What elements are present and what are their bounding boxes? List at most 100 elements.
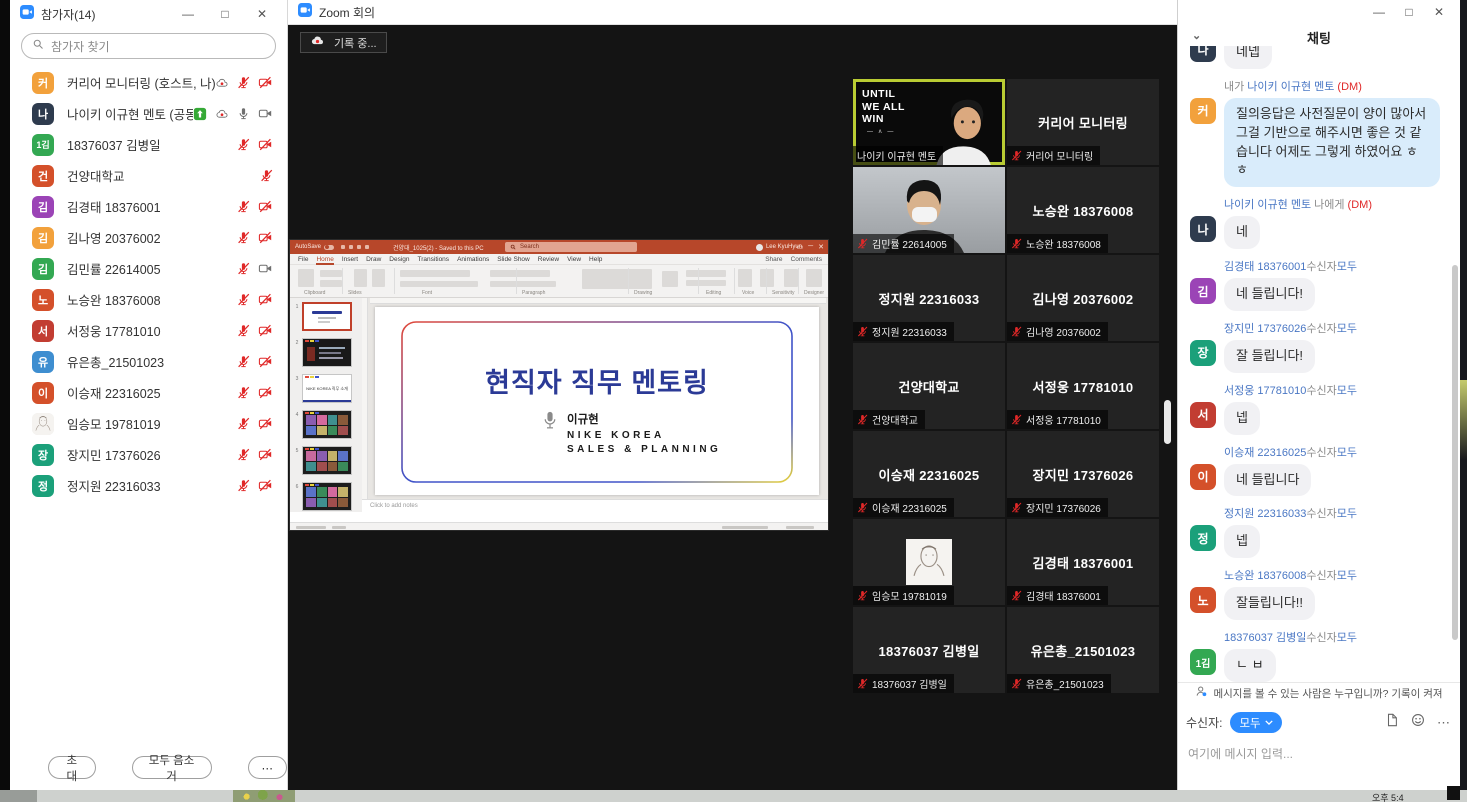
video-tile[interactable]: 커리어 모니터링커리어 모니터링 [1007,79,1159,165]
video-tile[interactable]: 김민률 22614005 [853,167,1005,253]
video-tile[interactable]: 18376037 김병일18376037 김병일 [853,607,1005,693]
ppt-quick-access-icons[interactable] [341,245,369,249]
video-tile[interactable]: 건양대학교건양대학교 [853,343,1005,429]
tile-name-tag: 이승재 22316025 [853,498,954,517]
ppt-ribbon-control[interactable] [784,269,798,287]
ppt-tab-insert[interactable]: Insert [342,256,358,263]
participant-row[interactable]: 서서정웅 17781010 [10,315,287,346]
participant-row[interactable]: 커커리어 모니터링 (호스트, 나) [10,67,287,98]
gallery-scrollbar[interactable] [1164,400,1171,444]
minimize-button[interactable]: — [1364,5,1394,19]
ppt-ribbon-control[interactable] [686,270,726,277]
participant-row[interactable]: 임승모 19781019 [10,408,287,439]
slide-thumbnail-5[interactable] [302,446,352,475]
participant-row[interactable]: 노노승완 18376008 [10,284,287,315]
ppt-tab-draw[interactable]: Draw [366,256,381,263]
shared-screen-powerpoint[interactable]: AutoSave 건양대_1025(2) - Saved to this PC … [290,240,828,530]
participant-row[interactable]: 장장지민 17376026 [10,439,287,470]
participant-row[interactable]: 김김나영 20376002 [10,222,287,253]
participant-name: 노승완 18376008 [67,290,237,309]
ppt-comments-button[interactable]: Comments [791,256,822,263]
chevron-down-icon[interactable]: ⌄ [1192,29,1201,42]
ppt-ribbon-control[interactable] [320,270,342,277]
ppt-ribbon-control[interactable] [760,269,774,287]
slide-thumbnail-2[interactable] [302,338,352,367]
mic-muted-icon [237,448,250,461]
ppt-current-slide[interactable]: 현직자 직무 멘토링 이규현 NIKE KOREA SALES & PLANNI… [375,307,819,495]
video-tile[interactable]: 김경태 18376001김경태 18376001 [1007,519,1159,605]
ppt-ribbon-control[interactable] [490,270,550,277]
ppt-tab-animations[interactable]: Animations [457,256,489,263]
ppt-tab-slide-show[interactable]: Slide Show [497,256,530,263]
ppt-ribbon-control[interactable] [400,281,478,287]
taskbar-start-area[interactable] [0,790,37,802]
ppt-ribbon-control[interactable] [686,280,726,286]
video-tile[interactable]: 김나영 20376002김나영 20376002 [1007,255,1159,341]
chat-scrollbar[interactable] [1452,265,1458,640]
chat-privacy-notice[interactable]: 메시지를 볼 수 있는 사람은 누구입니까? 기록이 켜져 [1178,682,1460,703]
ppt-notes-placeholder[interactable]: Click to add notes [362,499,828,512]
recording-indicator[interactable]: 기록 중... [300,32,387,53]
participants-footer: 초대 모두 음소거 ⋯ [10,756,287,779]
video-tile[interactable]: 노승완 18376008노승완 18376008 [1007,167,1159,253]
ppt-tab-design[interactable]: Design [389,256,409,263]
mute-all-button[interactable]: 모두 음소거 [132,756,212,779]
close-button[interactable]: ✕ [247,7,277,21]
ppt-ribbon-control[interactable] [298,269,314,287]
ppt-search-box[interactable]: Search [505,242,637,252]
participant-row[interactable]: 1김18376037 김병일 [10,129,287,160]
recipient-selector[interactable]: 모두 [1230,712,1281,733]
video-tile[interactable]: 유은총_21501023유은총_21501023 [1007,607,1159,693]
ppt-ribbon-control[interactable] [354,269,367,287]
slide-thumbnail-1[interactable] [302,302,352,331]
ppt-ribbon-control[interactable] [738,269,752,287]
participant-row[interactable]: 나나이키 이규현 멘토 (공동 호스트) [10,98,287,129]
ppt-ribbon-control[interactable] [490,281,556,287]
video-tile[interactable]: 서정웅 17781010서정웅 17781010 [1007,343,1159,429]
participant-row[interactable]: 김김민률 22614005 [10,253,287,284]
ppt-tab-review[interactable]: Review [538,256,559,263]
more-options-button[interactable]: ⋯ [248,756,288,779]
maximize-button[interactable]: □ [1394,5,1424,19]
invite-button[interactable]: 초대 [48,756,96,779]
ppt-tab-file[interactable]: File [298,256,308,263]
maximize-button[interactable]: □ [210,7,240,21]
ppt-share-button[interactable]: Share [765,256,782,263]
taskbar[interactable]: 오후 5:4 [0,790,1467,802]
ppt-share-comments[interactable]: Share Comments [765,256,822,263]
emoji-icon[interactable] [1411,713,1425,732]
close-button[interactable]: ✕ [1424,5,1454,19]
minimize-button[interactable]: — [173,7,203,21]
video-tile[interactable]: 정지원 22316033정지원 22316033 [853,255,1005,341]
participant-row[interactable]: 정정지원 22316033 [10,470,287,501]
slide-thumbnail-4[interactable] [302,410,352,439]
ppt-tab-view[interactable]: View [567,256,581,263]
participant-search-input[interactable]: 참가자 찾기 [21,33,276,59]
more-options-icon[interactable]: ⋯ [1437,715,1450,731]
video-tile[interactable]: UNTILWE ALLWIN— ʌ —나이키 이규현 멘토 [853,79,1005,165]
participant-row[interactable]: 김김경태 18376001 [10,191,287,222]
participant-row[interactable]: 건건양대학교 [10,160,287,191]
ppt-tab-home[interactable]: Home [316,256,333,263]
ppt-ribbon-control[interactable] [582,269,652,289]
slide-thumbnail-3[interactable]: NIKE KOREA 직무 소개 [302,374,352,403]
participant-row[interactable]: 이이승재 22316025 [10,377,287,408]
chat-message-input[interactable]: 여기에 메시지 입력... [1188,745,1450,762]
chat-bubble: 네 [1224,216,1260,249]
file-attach-icon[interactable] [1385,713,1399,732]
ppt-ribbon-control[interactable] [662,271,678,287]
ppt-ribbon-control[interactable] [400,270,470,277]
ppt-ribbon-control[interactable] [320,280,342,287]
ppt-autosave-toggle[interactable]: AutoSave [295,244,334,250]
ppt-ribbon-control[interactable] [806,269,822,287]
participant-row[interactable]: 유유은총_21501023 [10,346,287,377]
ppt-tab-help[interactable]: Help [589,256,602,263]
screen-share-icon [193,107,207,121]
video-tile[interactable]: 임승모 19781019 [853,519,1005,605]
ppt-tab-transitions[interactable]: Transitions [418,256,450,263]
slide-thumbnail-6[interactable] [302,482,352,511]
ppt-ribbon-control[interactable] [372,269,385,287]
video-tile[interactable]: 이승재 22316025이승재 22316025 [853,431,1005,517]
video-tile[interactable]: 장지민 17376026장지민 17376026 [1007,431,1159,517]
ppt-window-controls[interactable]: ▭─✕ [797,243,824,251]
